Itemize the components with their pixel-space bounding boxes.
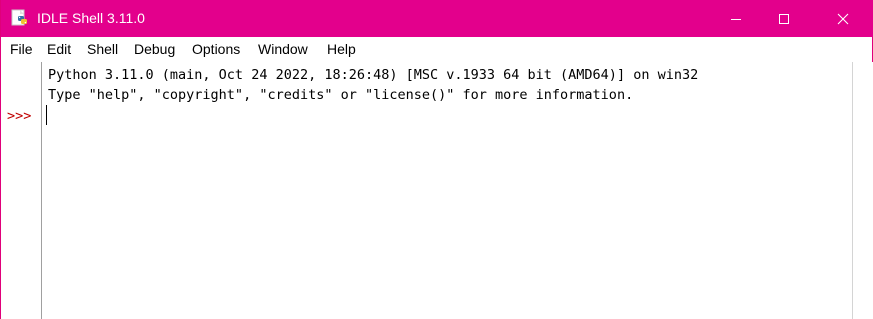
menu-window[interactable]: Window <box>258 41 308 58</box>
close-button[interactable] <box>820 0 866 37</box>
minimize-button[interactable] <box>713 0 759 37</box>
menu-shell[interactable]: Shell <box>87 41 118 58</box>
menu-bar: File Edit Shell Debug Options Window Hel… <box>1 37 872 61</box>
menu-debug[interactable]: Debug <box>134 41 175 58</box>
menu-file[interactable]: File <box>10 41 33 58</box>
close-icon <box>837 13 849 24</box>
title-bar[interactable]: IDLE Shell 3.11.0 <box>1 0 873 37</box>
version-banner-line: Python 3.11.0 (main, Oct 24 2022, 18:26:… <box>48 67 699 83</box>
prompt-gutter: >>> <box>1 62 42 319</box>
menu-help[interactable]: Help <box>327 41 356 58</box>
python-idle-icon <box>11 9 27 26</box>
idle-shell-window: IDLE Shell 3.11.0 File Edit Shell Debug … <box>0 0 873 319</box>
menu-edit[interactable]: Edit <box>47 41 71 58</box>
shell-text-area[interactable]: Python 3.11.0 (main, Oct 24 2022, 18:26:… <box>42 62 852 319</box>
maximize-icon <box>779 13 789 24</box>
vertical-scrollbar[interactable] <box>852 62 873 319</box>
help-info-line: Type "help", "copyright", "credits" or "… <box>48 87 634 103</box>
text-cursor <box>46 105 47 125</box>
maximize-button[interactable] <box>761 0 807 37</box>
minimize-icon <box>731 18 741 20</box>
shell-prompt: >>> <box>7 108 32 124</box>
window-title: IDLE Shell 3.11.0 <box>37 10 145 26</box>
shell-area: >>> Python 3.11.0 (main, Oct 24 2022, 18… <box>1 62 873 319</box>
menu-options[interactable]: Options <box>192 41 240 58</box>
